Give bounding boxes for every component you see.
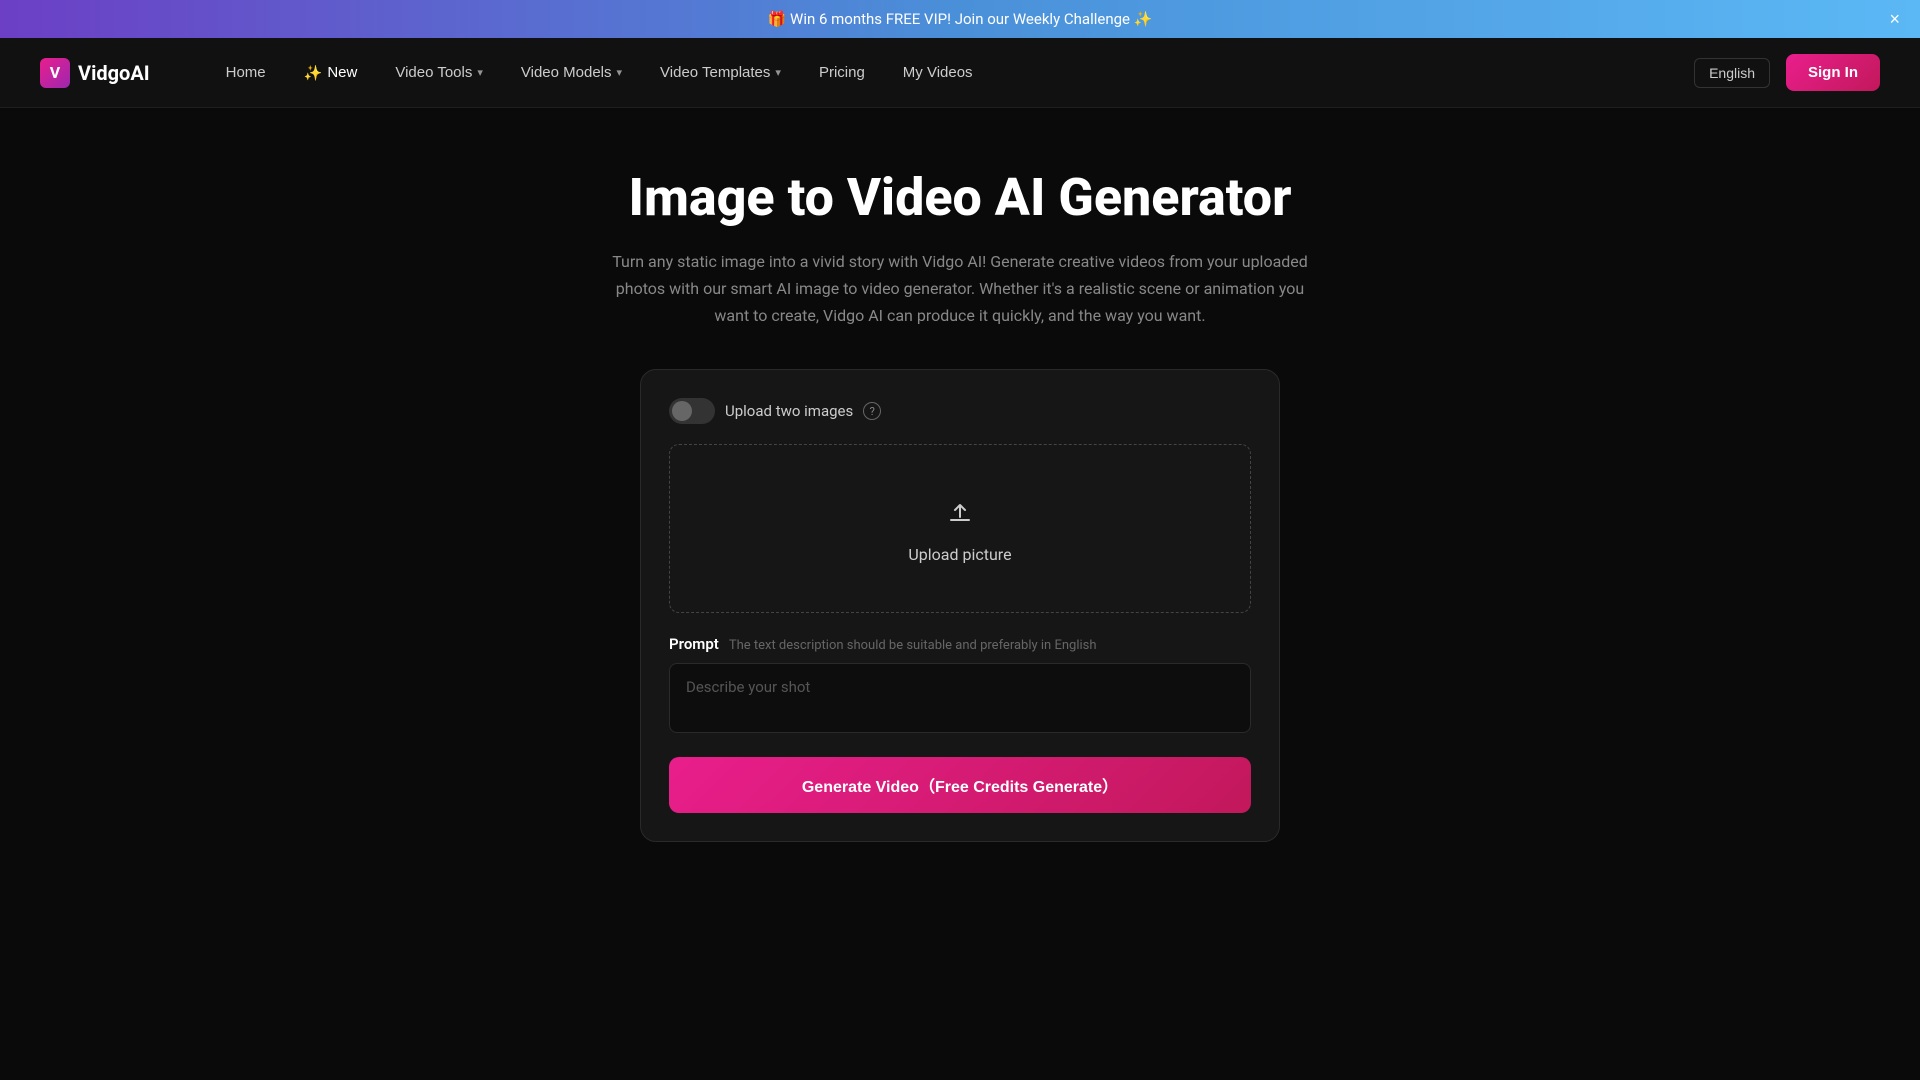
nav-item-pricing[interactable]: Pricing xyxy=(803,56,881,89)
nav-item-new[interactable]: ✨ New xyxy=(288,56,374,90)
prompt-row: Prompt The text description should be su… xyxy=(669,635,1251,653)
nav-right: English Sign In xyxy=(1694,54,1880,91)
banner-close-button[interactable]: × xyxy=(1889,10,1900,28)
info-icon[interactable]: ? xyxy=(863,402,881,420)
nav-item-video-tools[interactable]: Video Tools ▾ xyxy=(379,56,499,89)
logo-text: VidgoAI xyxy=(78,61,150,85)
upload-two-images-toggle[interactable] xyxy=(669,398,715,424)
upload-icon xyxy=(942,493,978,533)
upload-label: Upload picture xyxy=(908,545,1011,564)
page-description: Turn any static image into a vivid story… xyxy=(600,248,1320,330)
language-button[interactable]: English xyxy=(1694,58,1770,88)
nav-item-video-templates[interactable]: Video Templates ▾ xyxy=(644,56,797,89)
chevron-down-icon: ▾ xyxy=(775,66,781,79)
toggle-label: Upload two images xyxy=(725,402,853,420)
promo-banner: 🎁 Win 6 months FREE VIP! Join our Weekly… xyxy=(0,0,1920,38)
sparkle-icon: ✨ xyxy=(304,64,323,82)
nav-item-my-videos[interactable]: My Videos xyxy=(887,56,989,89)
logo-icon: V xyxy=(40,58,70,88)
generate-button[interactable]: Generate Video（Free Credits Generate） xyxy=(669,757,1251,813)
page-title: Image to Video AI Generator xyxy=(629,168,1292,228)
prompt-textarea[interactable] xyxy=(669,663,1251,733)
main-content: Image to Video AI Generator Turn any sta… xyxy=(0,108,1920,882)
chevron-down-icon: ▾ xyxy=(617,66,623,79)
sign-in-button[interactable]: Sign In xyxy=(1786,54,1880,91)
nav-item-video-models[interactable]: Video Models ▾ xyxy=(505,56,638,89)
upload-area[interactable]: Upload picture xyxy=(669,444,1251,613)
nav-links: Home ✨ New Video Tools ▾ Video Models ▾ … xyxy=(210,56,1694,90)
prompt-hint: The text description should be suitable … xyxy=(729,638,1097,653)
banner-text: 🎁 Win 6 months FREE VIP! Join our Weekly… xyxy=(20,10,1900,28)
logo-link[interactable]: V VidgoAI xyxy=(40,58,150,88)
generator-card: Upload two images ? Upload picture Promp… xyxy=(640,369,1280,842)
nav-item-home[interactable]: Home xyxy=(210,56,282,89)
toggle-row: Upload two images ? xyxy=(669,398,1251,424)
chevron-down-icon: ▾ xyxy=(477,66,483,79)
navbar: V VidgoAI Home ✨ New Video Tools ▾ Video… xyxy=(0,38,1920,108)
prompt-title: Prompt xyxy=(669,635,719,653)
